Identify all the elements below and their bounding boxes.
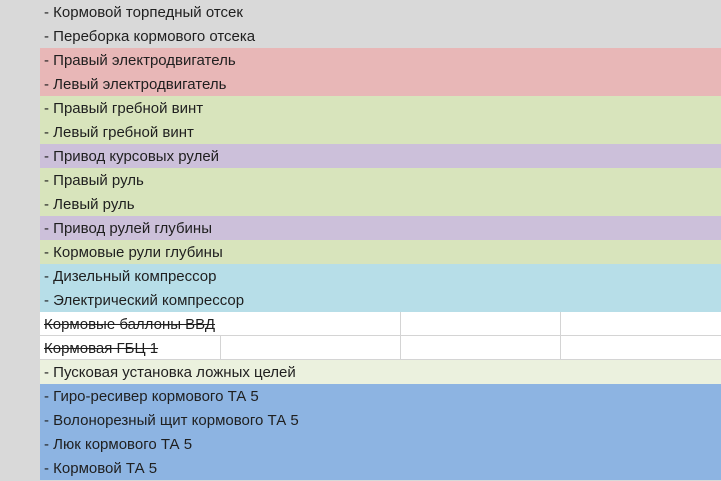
cell-gridline: [400, 312, 401, 335]
cell-text: - Электрический компрессор: [44, 292, 245, 309]
row-header-margin: [0, 0, 40, 481]
cell-text: - Волонорезный щит кормового ТА 5: [44, 412, 299, 429]
cell-text: - Кормовой торпедный отсек: [44, 4, 243, 21]
table-row[interactable]: - Гиро-ресивер кормового ТА 5: [40, 384, 721, 408]
cell-text: - Левый руль: [44, 196, 135, 213]
table-row[interactable]: - Люк кормового ТА 5: [40, 432, 721, 456]
cell-gridline: [560, 312, 561, 335]
cell-text: - Правый электродвигатель: [44, 52, 236, 69]
table-row[interactable]: - Правый электродвигатель: [40, 48, 721, 72]
table-row[interactable]: Кормовые баллоны ВВД: [40, 312, 721, 336]
table-row[interactable]: - Пусковая установка ложных целей: [40, 360, 721, 384]
table-row[interactable]: - Кормовые рули глубины: [40, 240, 721, 264]
cell-text: - Дизельный компрессор: [44, 268, 217, 285]
cell-text: - Кормовые рули глубины: [44, 244, 223, 261]
cell-text: - Кормовой ТА 5: [44, 460, 158, 477]
table-row[interactable]: - Левый гребной винт: [40, 120, 721, 144]
cell-gridline: [400, 336, 401, 359]
table-row[interactable]: - Переборка кормового отсека: [40, 24, 721, 48]
cell-text: - Привод курсовых рулей: [44, 148, 220, 165]
cell-text: - Пусковая установка ложных целей: [44, 364, 296, 381]
table-row[interactable]: - Кормовой ТА 5: [40, 456, 721, 480]
cell-text: - Люк кормового ТА 5: [44, 436, 193, 453]
spreadsheet: - Кормовой торпедный отсек - Переборка ко…: [0, 0, 721, 481]
cell-gridline: [560, 336, 561, 359]
cell-text: Кормовые баллоны ВВД: [44, 316, 216, 333]
cell-text: - Правый руль: [44, 172, 144, 189]
cell-text: - Переборка кормового отсека: [44, 28, 256, 45]
cell-text: - Гиро-ресивер кормового ТА 5: [44, 388, 259, 405]
table-row[interactable]: - Дизельный компрессор: [40, 264, 721, 288]
table-row[interactable]: Кормовая ГБЦ 1: [40, 336, 721, 360]
table-row[interactable]: - Привод рулей глубины: [40, 216, 721, 240]
cell-list: - Кормовой торпедный отсек - Переборка ко…: [40, 0, 721, 480]
table-row[interactable]: - Электрический компрессор: [40, 288, 721, 312]
table-row[interactable]: - Левый руль: [40, 192, 721, 216]
cell-text: - Привод рулей глубины: [44, 220, 212, 237]
table-row[interactable]: - Левый электродвигатель: [40, 72, 721, 96]
table-row[interactable]: - Правый руль: [40, 168, 721, 192]
cell-gridline: [220, 336, 221, 359]
table-row[interactable]: - Волонорезный щит кормового ТА 5: [40, 408, 721, 432]
cell-text: - Правый гребной винт: [44, 100, 204, 117]
table-row[interactable]: - Кормовой торпедный отсек: [40, 0, 721, 24]
cell-text: Кормовая ГБЦ 1: [44, 340, 159, 357]
cell-text: - Левый гребной винт: [44, 124, 194, 141]
table-row[interactable]: - Правый гребной винт: [40, 96, 721, 120]
cell-text: - Левый электродвигатель: [44, 76, 227, 93]
table-row[interactable]: - Привод курсовых рулей: [40, 144, 721, 168]
